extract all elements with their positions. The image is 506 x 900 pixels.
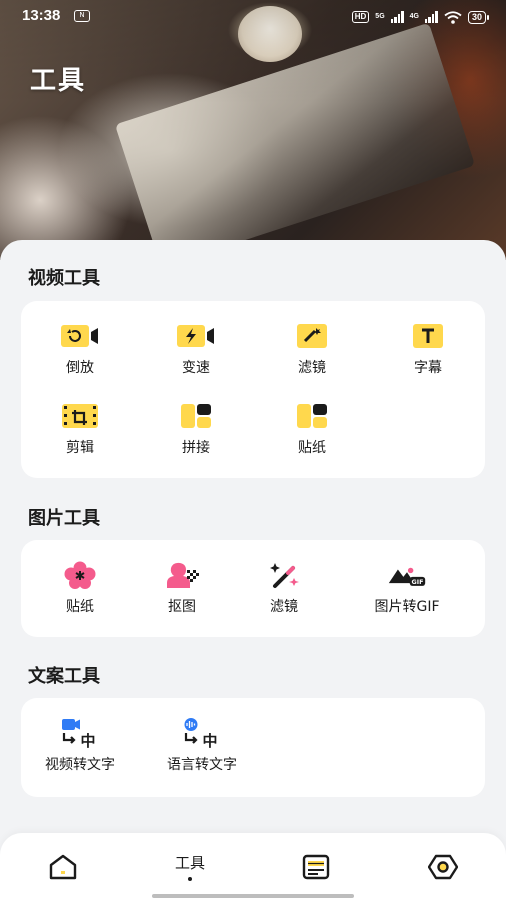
image-tools-card: 贴纸 抠图 滤镜 GIF 图片转GIF [21, 540, 485, 637]
cutout-icon [162, 560, 202, 590]
filter-icon [292, 321, 332, 351]
tool-image-sticker[interactable]: 贴纸 [22, 560, 138, 616]
settings-icon [428, 854, 458, 879]
nav-documents[interactable] [253, 833, 379, 900]
document-icon [302, 854, 330, 879]
nfc-icon: N [74, 10, 90, 22]
tool-subtitle[interactable]: 字幕 [370, 321, 486, 377]
sticker-icon [292, 401, 332, 431]
status-time: 13:38 [22, 7, 61, 24]
video-to-text-icon: 中 [58, 718, 102, 748]
tool-image-filter[interactable]: 滤镜 [226, 560, 342, 616]
magic-wand-icon [264, 560, 304, 590]
tool-clip[interactable]: 剪辑 [22, 401, 138, 457]
nav-tools-label: 工具 [174, 854, 205, 872]
tool-speed[interactable]: 变速 [138, 321, 254, 377]
svg-text:中: 中 [202, 732, 217, 748]
svg-text:GIF: GIF [411, 579, 423, 586]
signal-icon-2 [424, 11, 438, 23]
video-tools-card: 倒放 变速 滤镜 字幕 剪辑 拼接 贴纸 [21, 301, 485, 478]
home-icon [49, 854, 77, 879]
section-title-text: 文案工具 [28, 666, 100, 687]
voice-to-text-icon: 中 [180, 718, 224, 748]
nav-tools[interactable]: 工具 [127, 833, 253, 900]
reverse-play-icon [60, 321, 100, 351]
splice-icon [176, 401, 216, 431]
speed-icon [176, 321, 216, 351]
network-5g-label: 5G [375, 13, 385, 20]
text-tools-card: 中 视频转文字 中 语言转文字 [21, 698, 485, 797]
tool-image-to-gif[interactable]: GIF 图片转GIF [349, 560, 465, 616]
page-title: 工具 [30, 66, 87, 96]
status-bar: 13:38 N HD 5G 4G 30 [0, 0, 506, 34]
tool-sticker[interactable]: 贴纸 [254, 401, 370, 457]
svg-text:中: 中 [80, 732, 95, 748]
tool-splice[interactable]: 拼接 [138, 401, 254, 457]
nav-home[interactable] [0, 833, 126, 900]
section-title-video: 视频工具 [28, 268, 100, 289]
tool-video-to-text[interactable]: 中 视频转文字 [22, 718, 138, 774]
network-4g-label: 4G [409, 13, 419, 20]
bottom-nav: 工具 [0, 833, 506, 900]
tool-filter[interactable]: 滤镜 [254, 321, 370, 377]
nav-settings[interactable] [380, 833, 506, 900]
hd-badge: HD [351, 11, 370, 23]
signal-icon [390, 11, 404, 23]
battery-icon: 30 [467, 10, 490, 24]
section-title-image: 图片工具 [28, 508, 100, 529]
tool-cutout[interactable]: 抠图 [124, 560, 240, 616]
subtitle-icon [408, 321, 448, 351]
clip-edit-icon [60, 401, 100, 431]
header-photo [0, 0, 506, 260]
home-indicator [152, 894, 354, 898]
wifi-icon [444, 10, 462, 24]
tool-reverse[interactable]: 倒放 [22, 321, 138, 377]
gif-icon: GIF [387, 560, 427, 590]
flower-sticker-icon [60, 560, 100, 590]
tool-voice-to-text[interactable]: 中 语言转文字 [144, 718, 260, 774]
active-indicator [188, 877, 192, 881]
